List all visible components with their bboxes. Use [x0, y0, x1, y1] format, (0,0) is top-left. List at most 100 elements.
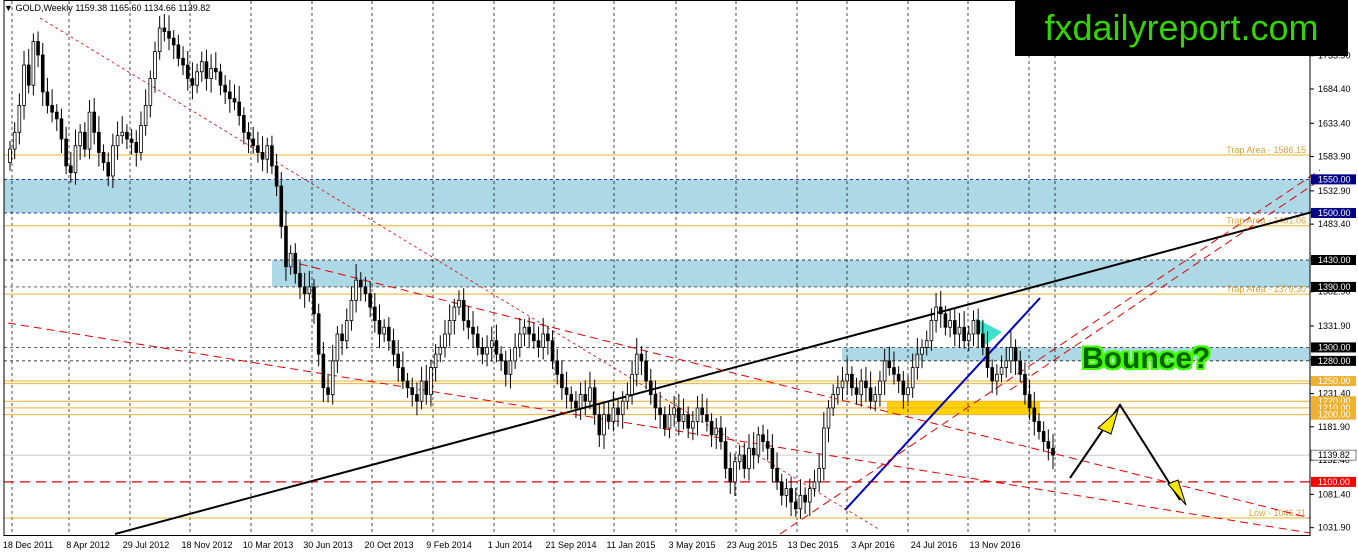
candle-body: [1018, 360, 1023, 375]
candle-body: [812, 481, 817, 490]
candle-body: [920, 347, 924, 355]
y-tick-label: 1532.90: [1318, 186, 1351, 196]
candle-body: [536, 340, 541, 348]
candle-body: [223, 84, 227, 93]
candle-body: [775, 468, 779, 483]
candle-body: [181, 57, 185, 66]
x-tick-label: 10 Mar 2013: [243, 540, 294, 550]
candle-body: [97, 131, 101, 153]
y-tick-label: 1684.40: [1318, 84, 1351, 94]
candle-body: [129, 138, 134, 143]
brand-banner: fxdailyreport.com: [1015, 0, 1348, 56]
candle-body: [499, 353, 503, 362]
candle-body: [1023, 373, 1027, 395]
candle-body: [770, 447, 775, 469]
candle-body: [1013, 347, 1018, 362]
candle-body: [765, 441, 770, 449]
price-level-label: 1100.00: [1318, 477, 1350, 487]
candle-body: [784, 488, 789, 496]
price-level-label: 1280.00: [1318, 356, 1351, 366]
candle-body: [363, 286, 368, 295]
candle-body: [279, 185, 284, 227]
candle-body: [471, 326, 475, 335]
candle-body: [157, 27, 162, 53]
candle-body: [789, 488, 793, 503]
y-tick-label: 1181.90: [1318, 422, 1350, 432]
candle-body: [199, 61, 204, 73]
candle-body: [639, 353, 644, 362]
price-level-label: 1390.00: [1318, 282, 1351, 292]
candle-body: [373, 306, 377, 321]
x-tick-label: 9 Feb 2014: [426, 540, 472, 550]
candle-body: [31, 41, 36, 86]
candle-body: [1037, 420, 1041, 432]
candle-body: [415, 394, 419, 402]
candle-body: [686, 414, 690, 429]
candle-body: [335, 333, 340, 362]
candle-body: [648, 380, 653, 395]
candle-body: [878, 380, 882, 395]
candle-body: [45, 91, 50, 106]
candle-body: [709, 420, 714, 436]
candle-body: [101, 152, 106, 163]
candle-body: [419, 380, 424, 402]
candle-body: [246, 131, 251, 140]
candle-body: [8, 148, 12, 163]
candle-body: [751, 447, 756, 456]
candle-body: [185, 64, 190, 79]
candle-body: [480, 347, 485, 355]
x-tick-label: 18 Nov 2012: [181, 540, 232, 550]
y-tick-label: 1483.40: [1318, 219, 1351, 229]
x-tick-label: 29 Jul 2012: [123, 540, 170, 550]
up-arrow-head: [1097, 408, 1119, 435]
candle-body: [546, 333, 550, 342]
y-tick-label: 1081.40: [1318, 489, 1351, 499]
forecast-path: [1069, 403, 1181, 501]
candle-body: [550, 340, 555, 362]
candle-body: [73, 145, 78, 174]
candle-body: [256, 145, 260, 153]
candle-body: [134, 141, 139, 153]
candle-body: [733, 461, 737, 483]
candle-body: [40, 54, 45, 93]
candle-body: [354, 279, 358, 301]
candle-body: [237, 101, 241, 116]
down-arrow-head: [1167, 479, 1187, 506]
candle-body: [270, 145, 274, 167]
candle-body: [798, 494, 803, 510]
candle-body: [176, 44, 181, 59]
candle-body: [653, 394, 658, 409]
candle-body: [522, 326, 527, 335]
candle-body: [602, 414, 606, 436]
dropdown-triangle-icon[interactable]: ▼: [4, 3, 13, 13]
candle-body: [288, 252, 293, 268]
candle-body: [204, 61, 209, 79]
candle-body: [87, 111, 92, 150]
candle-body: [532, 333, 536, 342]
candle-body: [826, 407, 831, 429]
candle-body: [995, 373, 999, 382]
candle-body: [1046, 441, 1051, 449]
candle-body: [695, 407, 700, 422]
candle-body: [882, 360, 887, 382]
candle-body: [438, 347, 443, 355]
candle-body: [667, 414, 672, 429]
candle-body: [340, 333, 344, 342]
candle-body: [859, 380, 864, 395]
candle-body: [873, 394, 878, 402]
candle-body: [644, 360, 648, 382]
candle-body: [139, 125, 143, 153]
candle-body: [68, 165, 73, 174]
candle-body: [691, 420, 695, 429]
candle-body: [293, 252, 298, 274]
candle-body: [606, 414, 611, 422]
candle-body: [700, 407, 705, 416]
candle-body: [583, 394, 588, 402]
candle-body: [111, 145, 115, 177]
candle-body: [513, 347, 517, 362]
candle-body: [443, 333, 447, 348]
candle-body: [489, 340, 494, 348]
candle-body: [620, 400, 625, 416]
x-tick-label: 11 Jan 2015: [607, 540, 656, 550]
candle-body: [391, 340, 396, 355]
